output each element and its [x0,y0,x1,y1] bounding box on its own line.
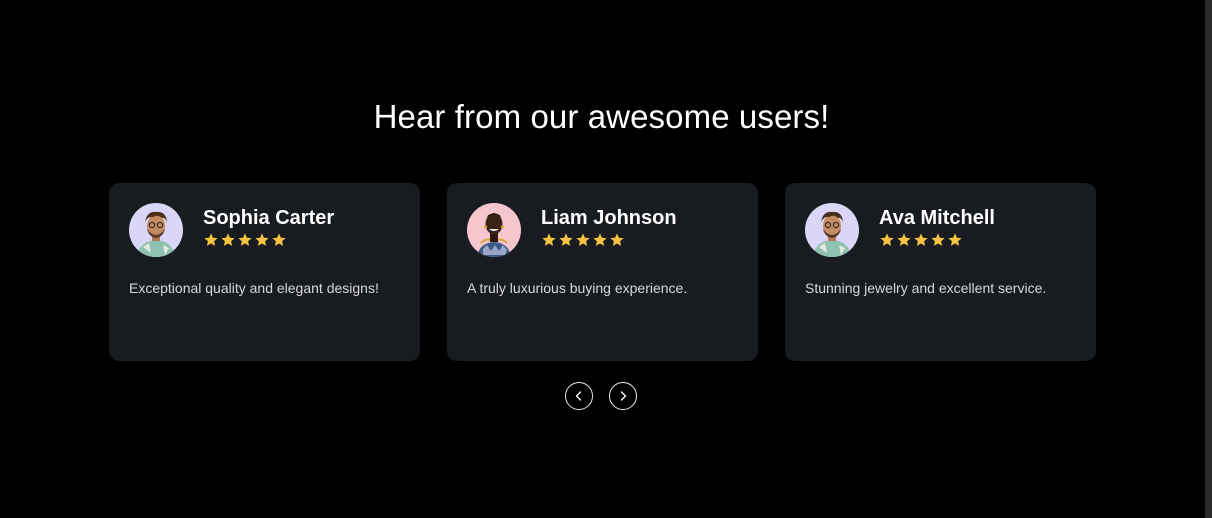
carousel-next-button[interactable] [609,382,637,410]
star-icon [576,233,590,246]
avatar [805,203,859,257]
chevron-left-icon [575,391,582,401]
reviewer-name: Ava Mitchell [879,207,995,229]
star-icon [610,233,624,246]
review-text: A truly luxurious buying experience. [467,280,688,296]
testimonial-card: Liam Johnson A truly luxurious buying ex… [447,183,758,361]
avatar [467,203,521,257]
star-rating [203,232,287,248]
testimonial-card: Ava Mitchell Stunning jewelry and excell… [785,183,1096,361]
star-icon [221,233,235,246]
star-icon [238,233,252,246]
star-icon [593,233,607,246]
testimonial-card: Sophia Carter Exceptional quality and el… [109,183,420,361]
testimonials-page: Hear from our awesome users! Sophia Cart… [0,0,1212,518]
star-icon [255,233,269,246]
chevron-right-icon [620,391,627,401]
star-icon [204,233,218,246]
star-icon [948,233,962,246]
star-icon [931,233,945,246]
reviewer-name: Liam Johnson [541,207,677,229]
carousel-prev-button[interactable] [565,382,593,410]
review-text: Exceptional quality and elegant designs! [129,280,379,296]
section-title: Hear from our awesome users! [373,98,830,135]
star-rating [541,232,625,248]
star-icon [272,233,286,246]
scrollbar[interactable] [1205,0,1212,518]
review-text: Stunning jewelry and excellent service. [805,280,1047,296]
avatar [129,203,183,257]
star-icon [897,233,911,246]
star-icon [559,233,573,246]
star-icon [914,233,928,246]
reviewer-name: Sophia Carter [203,207,335,229]
star-icon [880,233,894,246]
star-icon [542,233,556,246]
testimonial-cards: Sophia Carter Exceptional quality and el… [109,183,1096,361]
star-rating [879,232,963,248]
